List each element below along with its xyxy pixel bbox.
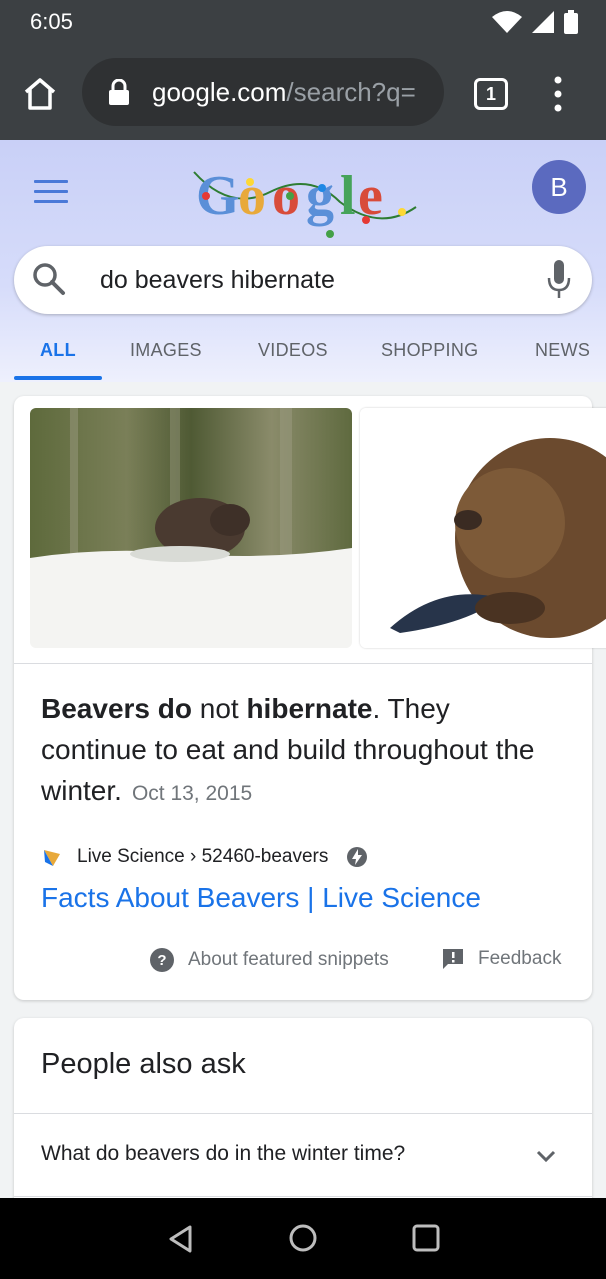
search-icon[interactable] [32, 262, 66, 296]
about-snippets-label: About featured snippets [188, 949, 389, 970]
back-icon[interactable] [166, 1224, 196, 1254]
system-navigation-bar [0, 1198, 606, 1279]
svg-text:l: l [340, 165, 356, 227]
tab-news[interactable]: NEWS [535, 340, 590, 361]
snippet-bold-1: Beavers do [41, 693, 192, 724]
wifi-icon [492, 11, 522, 33]
beaver-image-snow[interactable] [30, 408, 352, 648]
related-question[interactable]: What do beavers do in the winter time? [41, 1142, 405, 1166]
search-box[interactable]: do beavers hibernate [14, 246, 592, 314]
tab-switcher-button[interactable]: 1 [474, 78, 508, 110]
divider [14, 1113, 592, 1114]
divider [14, 1196, 592, 1197]
google-header: G o o g l e B do beavers hibernate ALL I… [0, 140, 606, 382]
hamburger-menu-icon[interactable] [34, 180, 68, 206]
tab-videos[interactable]: VIDEOS [258, 340, 328, 361]
microphone-icon[interactable] [546, 260, 572, 300]
snippet-bold-3: hibernate [246, 693, 373, 724]
recents-icon[interactable] [412, 1224, 440, 1252]
svg-text:?: ? [157, 952, 166, 969]
about-featured-snippets[interactable]: ? About featured snippets [150, 948, 389, 972]
people-also-ask-card: People also ask What do beavers do in th… [14, 1018, 592, 1218]
help-icon: ? [150, 948, 174, 972]
address-bar[interactable]: google.com/search?q= [82, 58, 444, 126]
url-path: /search?q= [286, 76, 416, 107]
beaver-image-closeup[interactable] [360, 408, 606, 648]
google-doodle-logo[interactable]: G o o g l e [190, 152, 420, 242]
home-icon[interactable] [20, 74, 60, 114]
url-domain: google.com [152, 76, 287, 107]
people-also-ask-title: People also ask [41, 1048, 246, 1080]
more-menu-icon[interactable] [550, 76, 566, 112]
active-tab-indicator [14, 376, 102, 380]
battery-icon [564, 10, 578, 34]
signal-icon [532, 11, 554, 33]
svg-text:o: o [238, 165, 266, 227]
status-time: 6:05 [30, 9, 73, 34]
home-circle-icon[interactable] [288, 1223, 318, 1253]
feedback-link[interactable]: Feedback [442, 948, 561, 970]
snippet-text-2: not [191, 693, 247, 724]
featured-snippet-card: Beavers do not hibernate. They continue … [14, 396, 606, 1000]
feedback-label: Feedback [478, 948, 562, 969]
search-input[interactable]: do beavers hibernate [100, 266, 335, 295]
search-tabs: ALL IMAGES VIDEOS SHOPPING NEWS [0, 330, 606, 382]
live-science-favicon [44, 850, 60, 866]
lock-icon [109, 79, 129, 105]
tab-all[interactable]: ALL [40, 340, 76, 361]
status-icons [492, 10, 578, 34]
tab-images[interactable]: IMAGES [130, 340, 202, 361]
chevron-down-icon[interactable] [534, 1144, 558, 1168]
feedback-icon [443, 949, 463, 969]
snippet-date: Oct 13, 2015 [131, 782, 253, 805]
result-source[interactable]: Live Science › 52460-beavers [41, 846, 368, 868]
divider [14, 663, 592, 664]
url-text: google.com/search?q= [152, 77, 416, 108]
result-title-link[interactable]: Facts About Beavers | Live Science [41, 882, 481, 914]
svg-text:e: e [358, 165, 383, 227]
status-bar: 6:05 [0, 0, 606, 44]
tab-shopping[interactable]: SHOPPING [381, 340, 478, 361]
account-avatar[interactable]: B [532, 160, 586, 214]
amp-lightning-icon [347, 847, 368, 867]
svg-text:g: g [306, 165, 334, 227]
browser-toolbar: google.com/search?q= 1 [0, 44, 606, 140]
snippet-text: Beavers do not hibernate. They continue … [41, 688, 561, 814]
result-breadcrumb: Live Science › 52460-beavers [77, 846, 329, 867]
